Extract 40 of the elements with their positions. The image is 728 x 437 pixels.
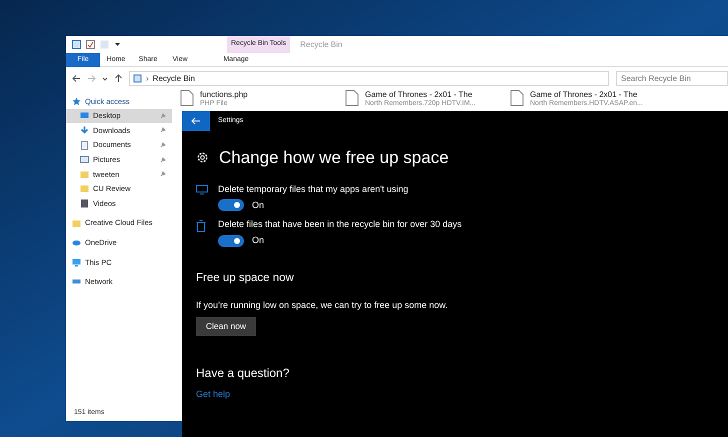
trash-icon [196, 220, 208, 232]
toggle-switch[interactable] [218, 234, 244, 247]
settings-icon [196, 151, 209, 164]
toggle-switch[interactable] [218, 199, 244, 212]
file-name: functions.php [200, 90, 248, 99]
file-name: Game of Thrones - 2x01 - The [365, 90, 474, 99]
desktop-icon [80, 111, 89, 120]
back-arrow-icon [191, 117, 201, 125]
window-title: Recycle Bin [300, 38, 342, 51]
down-arrow-icon [80, 126, 89, 135]
monitor-icon [72, 258, 81, 267]
document-icon [80, 140, 89, 150]
section-heading: Have a question? [196, 365, 290, 382]
address-text: Recycle Bin [152, 72, 195, 84]
clean-now-button[interactable]: Clean now [196, 317, 256, 336]
back-button[interactable] [182, 111, 210, 131]
page-heading: Change how we free up space [219, 147, 449, 169]
star-icon [72, 96, 81, 106]
file-icon [345, 90, 359, 108]
chevron-down-icon[interactable] [102, 76, 108, 82]
get-help-link[interactable]: Get help [196, 388, 230, 402]
description-text: If you’re running low on space, we can try to free up some now. [196, 298, 449, 312]
option-label: Delete temporary files that my apps aren't using [218, 182, 408, 194]
toggle-state-text: On [252, 198, 264, 212]
dropdown-icon[interactable] [114, 41, 121, 48]
option-label: Delete files that have been in the recycle bin for over 30 days [218, 218, 462, 230]
section-heading: Free up space now [196, 270, 295, 286]
video-icon [80, 198, 89, 208]
file-icon [180, 90, 194, 108]
back-arrow-icon[interactable] [72, 74, 81, 83]
search-field[interactable]: Search Recycle Bin [616, 71, 728, 86]
file-name: Game of Thrones - 2x01 - The [530, 90, 638, 99]
checkmark-icon[interactable] [86, 40, 95, 49]
file-icon [510, 90, 524, 108]
monitor-icon [196, 184, 208, 194]
toggle-state-text: On [252, 234, 264, 247]
address-bar[interactable]: › Recycle Bin [129, 71, 609, 86]
picture-icon [80, 155, 89, 164]
up-arrow-icon[interactable] [114, 74, 123, 83]
path-separator: › [146, 72, 149, 84]
